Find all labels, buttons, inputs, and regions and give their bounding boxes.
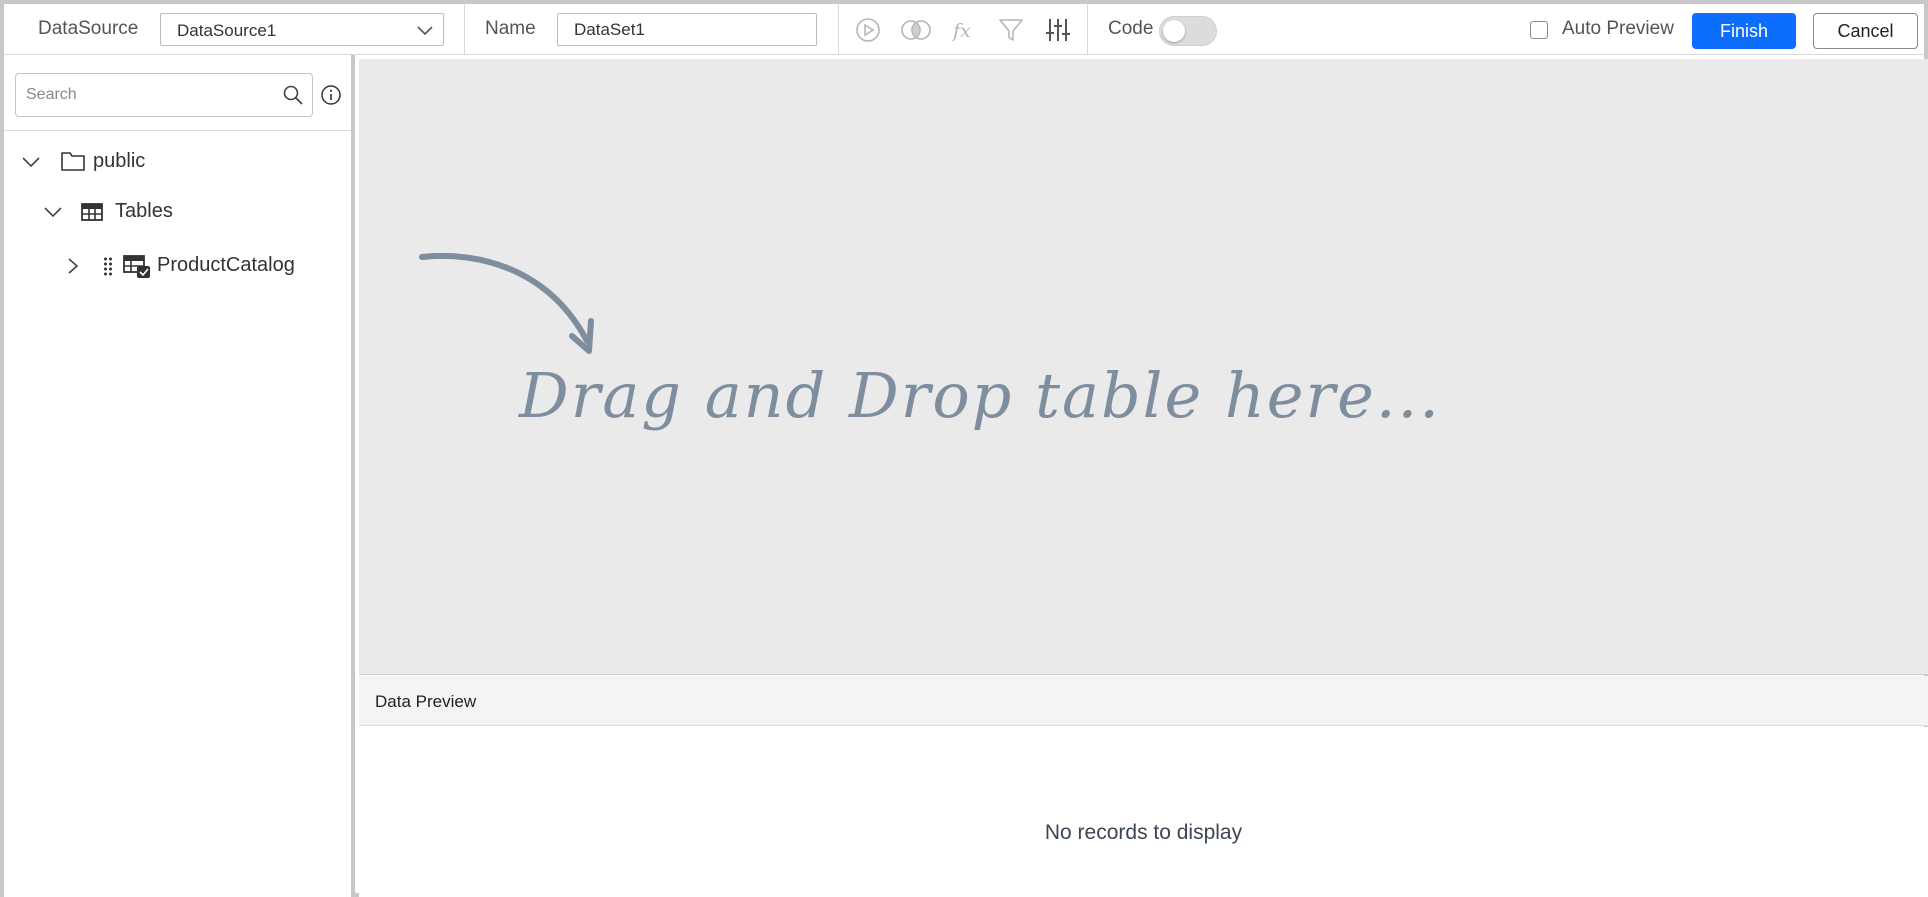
tree-node-label: public bbox=[93, 150, 146, 172]
chevron-right-icon[interactable] bbox=[64, 256, 82, 276]
settings-sliders-icon[interactable] bbox=[1044, 16, 1072, 44]
chevron-down-icon bbox=[417, 26, 433, 36]
svg-text:fx: fx bbox=[951, 20, 971, 42]
drag-handle-icon[interactable] bbox=[103, 256, 113, 276]
data-preview-grid: No records to display bbox=[359, 727, 1928, 897]
toggle-knob bbox=[1163, 20, 1185, 42]
chevron-down-icon[interactable] bbox=[42, 204, 64, 220]
dataset-name-input[interactable] bbox=[557, 13, 817, 46]
chevron-down-icon[interactable] bbox=[20, 154, 42, 170]
toolbar-divider bbox=[838, 4, 839, 55]
table-icon bbox=[81, 203, 103, 221]
tree-node-productcatalog[interactable]: ProductCatalog bbox=[4, 251, 344, 281]
search-icon[interactable] bbox=[282, 84, 304, 106]
auto-preview-label[interactable]: Auto Preview bbox=[1562, 18, 1674, 40]
expression-icon[interactable]: fx bbox=[950, 16, 978, 44]
panel-divider bbox=[4, 130, 351, 131]
code-toggle[interactable] bbox=[1159, 16, 1217, 46]
tree-node-label: ProductCatalog bbox=[157, 254, 295, 276]
search-box[interactable] bbox=[15, 73, 313, 117]
join-icon[interactable] bbox=[900, 16, 932, 44]
table-check-icon bbox=[123, 255, 150, 278]
cancel-button[interactable]: Cancel bbox=[1813, 13, 1918, 49]
tree-node-label: Tables bbox=[115, 200, 173, 222]
search-input[interactable] bbox=[26, 84, 266, 106]
toolbar-divider bbox=[1087, 4, 1088, 55]
toolbar-divider bbox=[464, 4, 465, 55]
schema-panel: public Tables ProductCatalog bbox=[4, 55, 355, 897]
curved-arrow-icon bbox=[419, 252, 594, 354]
tree-node-tables[interactable]: Tables bbox=[4, 197, 344, 227]
run-icon[interactable] bbox=[854, 16, 882, 44]
filter-icon[interactable] bbox=[997, 16, 1025, 44]
datasource-label: DataSource bbox=[38, 18, 139, 39]
tree-node-public[interactable]: public bbox=[4, 147, 344, 177]
info-icon[interactable] bbox=[320, 84, 342, 106]
auto-preview-checkbox[interactable] bbox=[1530, 21, 1548, 39]
empty-message: No records to display bbox=[1044, 821, 1243, 844]
toolbar: DataSource DataSource1 Name fx Code Auto… bbox=[4, 4, 1924, 55]
datasource-selected-value: DataSource1 bbox=[177, 21, 277, 40]
datasource-dropdown[interactable]: DataSource1 bbox=[160, 13, 444, 46]
code-label: Code bbox=[1108, 18, 1154, 39]
data-preview-header: Data Preview bbox=[359, 676, 1928, 726]
finish-button[interactable]: Finish bbox=[1692, 13, 1796, 49]
name-label: Name bbox=[485, 18, 536, 39]
data-preview-title: Data Preview bbox=[375, 692, 477, 711]
query-design-canvas[interactable]: Drag and Drop table here... bbox=[359, 59, 1928, 675]
folder-icon bbox=[61, 152, 85, 171]
drop-hint-text: Drag and Drop table here... bbox=[519, 359, 1441, 432]
dataset-designer-window: DataSource DataSource1 Name fx Code Auto… bbox=[0, 0, 1928, 897]
